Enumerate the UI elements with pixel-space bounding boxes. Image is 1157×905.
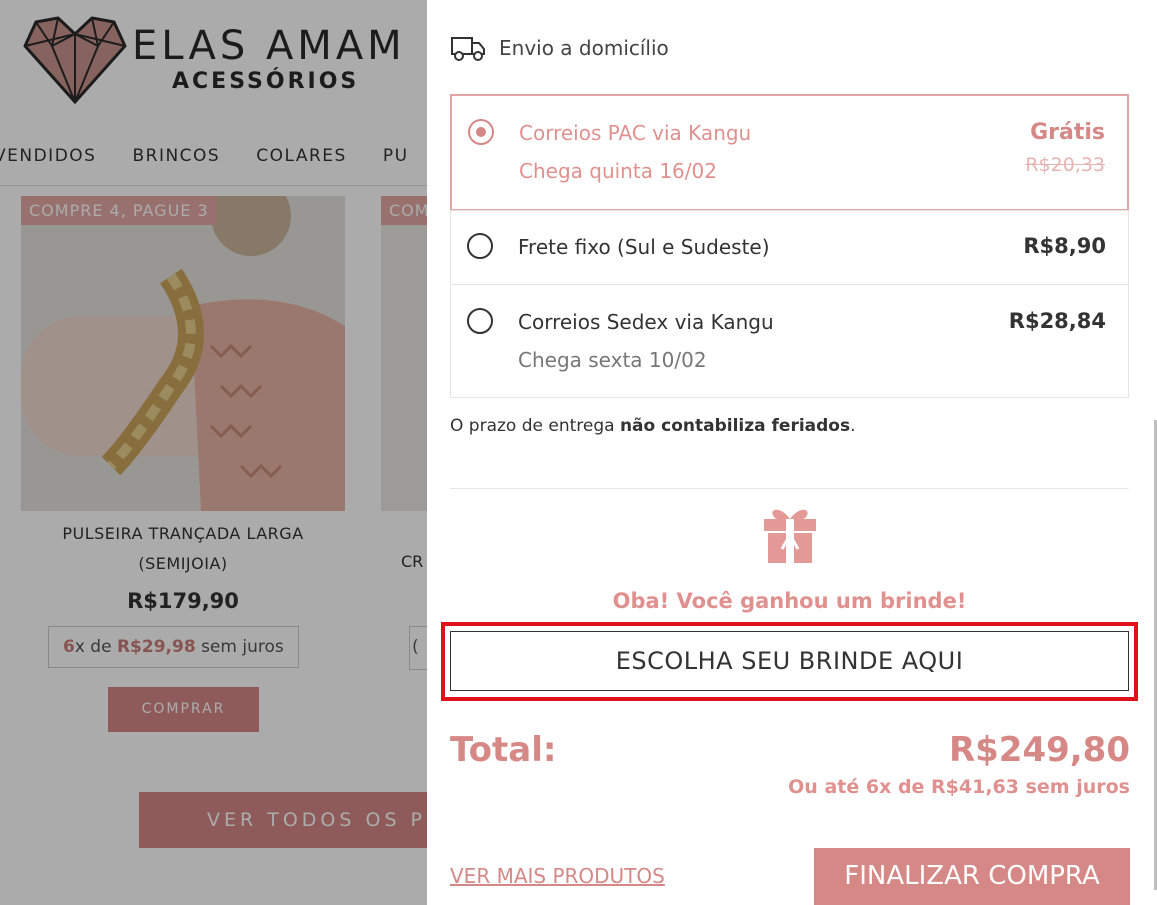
total-installments: Ou até 6x de R$41,63 sem juros xyxy=(788,776,1130,798)
cart-drawer: Envio a domicílio Correios PAC via Kangu… xyxy=(427,0,1157,905)
shipping-option-old-price: R$20,33 xyxy=(1025,154,1105,176)
delivery-note: O prazo de entrega não contabiliza feria… xyxy=(450,416,856,436)
section-divider xyxy=(450,488,1129,489)
choose-gift-button[interactable]: ESCOLHA SEU BRINDE AQUI xyxy=(450,631,1129,691)
shipping-option-sedex[interactable]: Correios Sedex via Kangu Chega sexta 10/… xyxy=(450,284,1129,398)
truck-icon xyxy=(451,37,485,61)
shipping-option-eta: Chega quinta 16/02 xyxy=(519,159,717,183)
radio-selected[interactable] xyxy=(468,119,494,145)
gift-icon xyxy=(764,509,816,563)
shipping-option-price: R$8,90 xyxy=(1023,234,1106,258)
shipping-option-title: Correios PAC via Kangu xyxy=(519,121,752,145)
shipping-option-price: Grátis xyxy=(1030,120,1105,145)
checkout-button[interactable]: FINALIZAR COMPRA xyxy=(814,848,1130,905)
shipping-option-price: R$28,84 xyxy=(1008,309,1106,333)
shipping-option-title: Frete fixo (Sul e Sudeste) xyxy=(518,235,770,259)
gift-message: Oba! Você ganhou um brinde! xyxy=(612,589,967,613)
shipping-heading-label: Envio a domicílio xyxy=(499,36,669,60)
more-products-link[interactable]: VER MAIS PRODUTOS xyxy=(450,864,665,888)
total-value: R$249,80 xyxy=(948,730,1130,770)
shipping-heading: Envio a domicílio xyxy=(451,34,669,62)
shipping-option-title: Correios Sedex via Kangu xyxy=(518,310,774,334)
shipping-option-pac[interactable]: Correios PAC via Kangu Chega quinta 16/0… xyxy=(450,94,1129,211)
radio-unselected[interactable] xyxy=(467,308,493,334)
total-label: Total: xyxy=(450,730,557,770)
radio-unselected[interactable] xyxy=(467,233,493,259)
shipping-option-eta: Chega sexta 10/02 xyxy=(518,348,707,372)
shipping-option-flat-rate[interactable]: Frete fixo (Sul e Sudeste) R$8,90 xyxy=(450,210,1129,285)
